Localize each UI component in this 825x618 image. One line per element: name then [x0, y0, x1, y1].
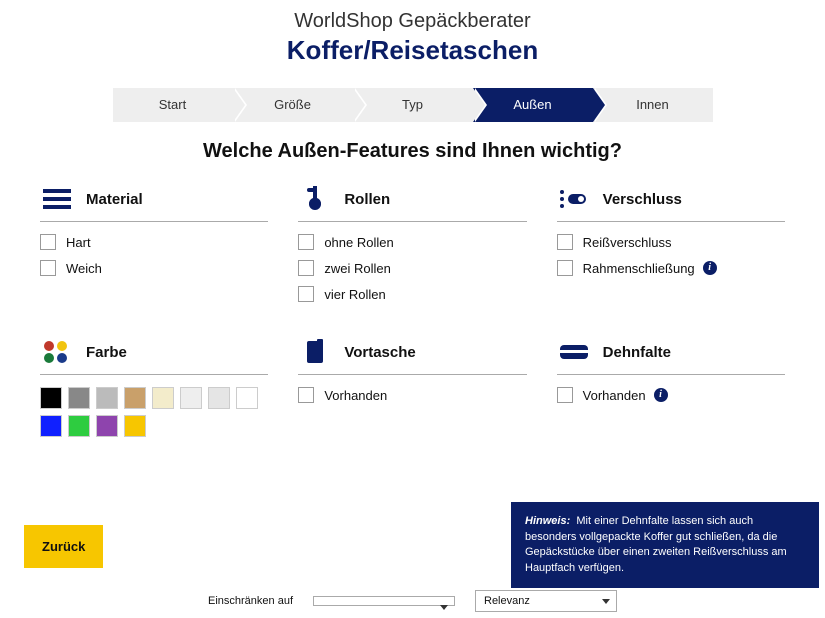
- checkbox-icon: [298, 234, 314, 250]
- section-title: Vortasche: [344, 344, 415, 361]
- checkbox-icon: [298, 260, 314, 276]
- option-label: vier Rollen: [324, 287, 385, 302]
- hint-tooltip: Hinweis: Mit einer Dehnfalte lassen sich…: [511, 502, 819, 588]
- lock-icon: [557, 185, 591, 213]
- option-zwei-rollen[interactable]: zwei Rollen: [298, 260, 526, 276]
- page-supertitle: WorldShop Gepäckberater: [0, 10, 825, 33]
- option-label: zwei Rollen: [324, 261, 390, 276]
- expand-icon: [557, 338, 591, 366]
- checkbox-icon: [557, 387, 573, 403]
- footer-bar: Einschränken auf Relevanz: [0, 590, 825, 612]
- footer-label: Einschränken auf: [208, 595, 293, 607]
- info-icon[interactable]: i: [654, 388, 668, 402]
- color-swatch[interactable]: [208, 387, 230, 409]
- color-swatch[interactable]: [124, 415, 146, 437]
- color-swatch[interactable]: [124, 387, 146, 409]
- section-title: Material: [86, 191, 143, 208]
- color-swatch[interactable]: [236, 387, 258, 409]
- section-title: Dehnfalte: [603, 344, 671, 361]
- step-size[interactable]: Größe: [233, 88, 353, 122]
- option-label: Vorhanden: [583, 388, 646, 403]
- wheel-icon: [298, 185, 332, 213]
- section-dehnfalte: Dehnfalte Vorhanden i: [557, 338, 785, 437]
- color-swatch[interactable]: [180, 387, 202, 409]
- option-label: Rahmenschließung: [583, 261, 695, 276]
- color-icon: [40, 338, 74, 366]
- wizard-steps: Start Größe Typ Außen Innen: [113, 88, 713, 122]
- color-swatch[interactable]: [96, 415, 118, 437]
- section-verschluss: Verschluss Reißverschluss Rahmenschließu…: [557, 185, 785, 312]
- option-rahmenschliessung[interactable]: Rahmenschließung i: [557, 260, 785, 276]
- option-dehnfalte-vorhanden[interactable]: Vorhanden i: [557, 387, 785, 403]
- section-title: Farbe: [86, 344, 127, 361]
- color-swatch[interactable]: [68, 387, 90, 409]
- step-start[interactable]: Start: [113, 88, 233, 122]
- option-weich[interactable]: Weich: [40, 260, 268, 276]
- info-icon[interactable]: i: [703, 261, 717, 275]
- color-swatch[interactable]: [40, 415, 62, 437]
- section-title: Rollen: [344, 191, 390, 208]
- pocket-icon: [298, 338, 332, 366]
- color-swatch[interactable]: [68, 415, 90, 437]
- section-vortasche: Vortasche Vorhanden: [298, 338, 526, 437]
- step-type[interactable]: Typ: [353, 88, 473, 122]
- page-title: Koffer/Reisetaschen: [0, 35, 825, 66]
- option-label: Reißverschluss: [583, 235, 672, 250]
- color-swatches: [40, 387, 268, 437]
- option-hart[interactable]: Hart: [40, 234, 268, 250]
- section-material: Material Hart Weich: [40, 185, 268, 312]
- checkbox-icon: [298, 286, 314, 302]
- section-farbe: Farbe: [40, 338, 268, 437]
- checkbox-icon: [40, 260, 56, 276]
- option-reissverschluss[interactable]: Reißverschluss: [557, 234, 785, 250]
- question-heading: Welche Außen-Features sind Ihnen wichtig…: [0, 140, 825, 163]
- material-icon: [40, 185, 74, 213]
- option-vier-rollen[interactable]: vier Rollen: [298, 286, 526, 302]
- step-inside[interactable]: Innen: [593, 88, 713, 122]
- section-title: Verschluss: [603, 191, 682, 208]
- section-rollen: Rollen ohne Rollen zwei Rollen vier Roll…: [298, 185, 526, 312]
- checkbox-icon: [40, 234, 56, 250]
- option-label: Hart: [66, 235, 91, 250]
- option-vortasche-vorhanden[interactable]: Vorhanden: [298, 387, 526, 403]
- checkbox-icon: [557, 260, 573, 276]
- option-label: Vorhanden: [324, 388, 387, 403]
- checkbox-icon: [557, 234, 573, 250]
- color-swatch[interactable]: [152, 387, 174, 409]
- tooltip-title: Hinweis:: [525, 515, 570, 527]
- option-label: Weich: [66, 261, 102, 276]
- color-swatch[interactable]: [40, 387, 62, 409]
- step-outside[interactable]: Außen: [473, 88, 593, 122]
- color-swatch[interactable]: [96, 387, 118, 409]
- checkbox-icon: [298, 387, 314, 403]
- filter-select[interactable]: [313, 596, 455, 606]
- back-button[interactable]: Zurück: [24, 525, 103, 568]
- option-label: ohne Rollen: [324, 235, 393, 250]
- option-ohne-rollen[interactable]: ohne Rollen: [298, 234, 526, 250]
- sort-select[interactable]: Relevanz: [475, 590, 617, 612]
